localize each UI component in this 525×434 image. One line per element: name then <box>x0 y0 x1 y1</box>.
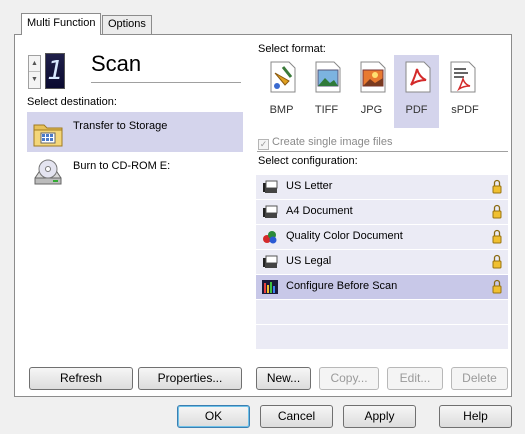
spdf-icon <box>450 61 476 93</box>
format-spdf[interactable]: sPDF <box>439 55 491 128</box>
config-label: Quality Color Document <box>286 230 403 242</box>
destination-label: Burn to CD-ROM E: <box>73 160 171 172</box>
config-label: Configure Before Scan <box>286 280 398 292</box>
folder-grid-icon <box>33 124 63 147</box>
destination-item-burn-to-cd-rom[interactable]: Burn to CD-ROM E: <box>27 152 243 192</box>
create-single-image-files-checkbox[interactable]: ✓ Create single image files <box>258 136 392 150</box>
format-label: BMP <box>269 104 294 116</box>
config-label: US Letter <box>286 180 333 192</box>
button-number-display: 1 <box>45 53 65 89</box>
select-configuration-label: Select configuration: <box>258 155 358 167</box>
checkbox-check-icon[interactable]: ✓ <box>258 139 269 150</box>
help-button[interactable]: Help <box>439 405 512 428</box>
config-label: A4 Document <box>286 205 353 217</box>
bmp-paint-icon <box>270 61 296 93</box>
new-button[interactable]: New... <box>256 367 311 390</box>
format-separator <box>257 151 508 152</box>
spin-down-icon[interactable]: ▼ <box>29 72 40 88</box>
format-label: sPDF <box>451 104 479 116</box>
cancel-button[interactable]: Cancel <box>260 405 333 428</box>
config-item-configure-before-scan[interactable]: Configure Before Scan <box>256 275 508 299</box>
config-label: US Legal <box>286 255 332 267</box>
lock-icon <box>492 279 502 294</box>
format-label: JPG <box>360 104 383 116</box>
spin-up-icon[interactable]: ▲ <box>29 56 40 72</box>
multi-function-panel: ▲ ▼ 1 Scan Select destination: Transfer … <box>14 34 512 397</box>
config-item-quality-color-document[interactable]: Quality Color Document <box>256 225 508 249</box>
configure-bars-icon <box>262 280 278 294</box>
config-item-us-letter[interactable]: US Letter <box>256 175 508 199</box>
ok-button[interactable]: OK <box>177 405 250 428</box>
delete-button[interactable]: Delete <box>451 367 508 390</box>
format-pdf[interactable]: PDF <box>394 55 439 128</box>
edit-button[interactable]: Edit... <box>387 367 443 390</box>
scanner-icon <box>263 255 278 268</box>
lock-icon <box>492 204 502 219</box>
refresh-button[interactable]: Refresh <box>29 367 133 390</box>
lock-icon <box>492 254 502 269</box>
format-label: PDF <box>405 104 428 116</box>
format-label: TIFF <box>314 104 339 116</box>
scanner-icon <box>263 180 278 193</box>
copy-button[interactable]: Copy... <box>319 367 379 390</box>
scan-title: Scan <box>91 51 142 76</box>
cd-drive-icon <box>34 159 62 185</box>
properties-button[interactable]: Properties... <box>138 367 242 390</box>
lock-icon <box>492 179 502 194</box>
checkbox-label: Create single image files <box>272 136 393 148</box>
select-destination-label: Select destination: <box>27 96 117 108</box>
jpg-image-icon <box>360 61 386 93</box>
tiff-image-icon <box>315 61 341 93</box>
config-item-a4-document[interactable]: A4 Document <box>256 200 508 224</box>
color-drops-icon <box>263 231 277 244</box>
config-empty-row <box>256 325 508 349</box>
scanner-icon <box>263 205 278 218</box>
destination-label: Transfer to Storage <box>73 120 168 132</box>
button-number-spinner[interactable]: ▲ ▼ <box>28 55 41 89</box>
select-format-label: Select format: <box>258 43 326 55</box>
config-empty-row <box>256 300 508 324</box>
format-tiff[interactable]: TIFF <box>304 55 349 128</box>
format-jpg[interactable]: JPG <box>349 55 394 128</box>
tab-multi-function[interactable]: Multi Function <box>21 13 102 35</box>
pdf-icon <box>405 61 431 93</box>
tab-options[interactable]: Options <box>102 15 152 34</box>
config-item-us-legal[interactable]: US Legal <box>256 250 508 274</box>
apply-button[interactable]: Apply <box>343 405 416 428</box>
title-underline <box>91 82 241 83</box>
format-bmp[interactable]: BMP <box>259 55 304 128</box>
destination-item-transfer-to-storage[interactable]: Transfer to Storage <box>27 112 243 152</box>
lock-icon <box>492 229 502 244</box>
